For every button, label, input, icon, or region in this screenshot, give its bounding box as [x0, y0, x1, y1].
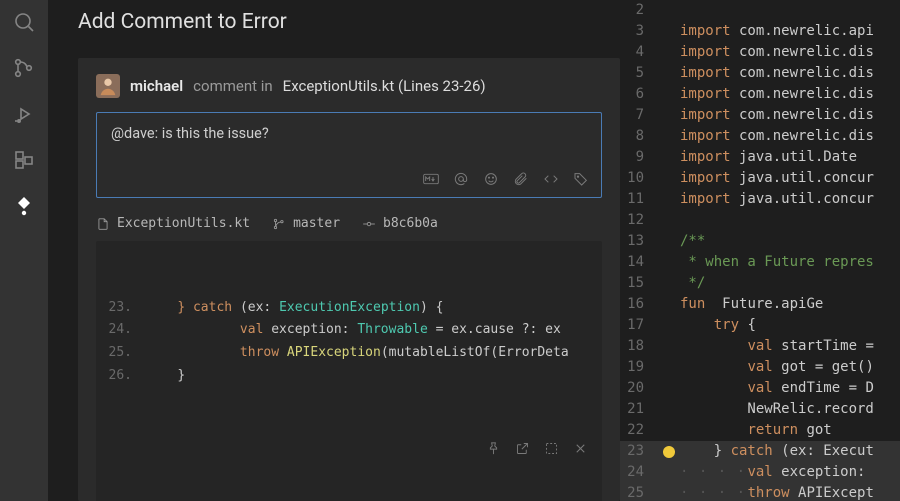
- source-control-icon[interactable]: [10, 54, 38, 82]
- comment-input-box[interactable]: [96, 112, 602, 198]
- mention-icon[interactable]: [453, 171, 469, 187]
- author-name: michael: [130, 77, 183, 95]
- editor-line: 4import com.newrelic.dis: [620, 42, 900, 63]
- pin-icon[interactable]: [486, 441, 501, 465]
- markdown-icon[interactable]: [423, 171, 439, 187]
- code-block-actions: [104, 441, 588, 465]
- debug-icon[interactable]: [10, 100, 38, 128]
- editor-line: 20 val endTime = D: [620, 378, 900, 399]
- code-line: 23. } catch (ex: ExecutionException) {: [104, 297, 588, 320]
- file-chip[interactable]: ExceptionUtils.kt: [96, 216, 250, 231]
- editor-line: 18 val startTime =: [620, 336, 900, 357]
- code-line: 26. }: [104, 365, 588, 388]
- code-editor[interactable]: 23import com.newrelic.api4import com.new…: [620, 0, 900, 501]
- branch-name: master: [293, 216, 340, 231]
- lightbulb-icon[interactable]: [663, 446, 675, 458]
- editor-line: 11import java.util.concur: [620, 189, 900, 210]
- comment-verb: comment in: [193, 77, 273, 95]
- select-icon[interactable]: [544, 441, 559, 465]
- editor-line: 13/**: [620, 231, 900, 252]
- editor-line: 17 try {: [620, 315, 900, 336]
- comment-toolbar: [111, 171, 589, 187]
- editor-line: 21 NewRelic.record: [620, 399, 900, 420]
- editor-line: 22 return got: [620, 420, 900, 441]
- comment-panel: michael comment in ExceptionUtils.kt (Li…: [78, 58, 620, 501]
- editor-line: 10import java.util.concur: [620, 168, 900, 189]
- editor-line: 5import com.newrelic.dis: [620, 63, 900, 84]
- code-line: 24. val exception: Throwable = ex.cause …: [104, 319, 588, 342]
- editor-line: 12: [620, 210, 900, 231]
- editor-line: 8import com.newrelic.dis: [620, 126, 900, 147]
- editor-line: 15 */: [620, 273, 900, 294]
- editor-line: 6import com.newrelic.dis: [620, 84, 900, 105]
- close-icon[interactable]: [573, 441, 588, 465]
- editor-line: 3import com.newrelic.api: [620, 21, 900, 42]
- code-block: 23. } catch (ex: ExecutionException) {24…: [96, 241, 602, 501]
- code-icon[interactable]: [543, 171, 559, 187]
- file-meta: ExceptionUtils.kt master b8c6b0a: [96, 216, 602, 231]
- comment-textarea[interactable]: [111, 125, 589, 142]
- commit-chip[interactable]: b8c6b0a: [362, 216, 438, 231]
- editor-line: 19 val got = get(): [620, 357, 900, 378]
- avatar: [96, 74, 120, 98]
- editor-line: 2: [620, 0, 900, 21]
- code-line: 25. throw APIException(mutableListOf(Err…: [104, 342, 588, 365]
- file-name: ExceptionUtils.kt: [117, 216, 250, 231]
- search-icon[interactable]: [10, 8, 38, 36]
- page-title: Add Comment to Error: [78, 10, 620, 34]
- attachment-icon[interactable]: [513, 171, 529, 187]
- extensions-icon[interactable]: [10, 146, 38, 174]
- activity-bar: [0, 0, 48, 501]
- editor-line: 23 } catch (ex: Execut: [620, 441, 900, 462]
- editor-line: 14 * when a Future repres: [620, 252, 900, 273]
- codestream-icon[interactable]: [10, 192, 38, 220]
- commit-sha: b8c6b0a: [383, 216, 438, 231]
- external-link-icon[interactable]: [515, 441, 530, 465]
- editor-line: 16fun Future.apiGe: [620, 294, 900, 315]
- editor-line: 24 val exception:: [620, 462, 900, 483]
- editor-line: 7import com.newrelic.dis: [620, 105, 900, 126]
- comment-context: ExceptionUtils.kt (Lines 23-26): [283, 77, 486, 95]
- comment-panel-column: Add Comment to Error michael comment in …: [48, 0, 620, 501]
- editor-line: 9import java.util.Date: [620, 147, 900, 168]
- emoji-icon[interactable]: [483, 171, 499, 187]
- tag-icon[interactable]: [573, 171, 589, 187]
- branch-chip[interactable]: master: [272, 216, 340, 231]
- comment-header: michael comment in ExceptionUtils.kt (Li…: [96, 74, 602, 98]
- editor-line: 25 throw APIExcept: [620, 483, 900, 501]
